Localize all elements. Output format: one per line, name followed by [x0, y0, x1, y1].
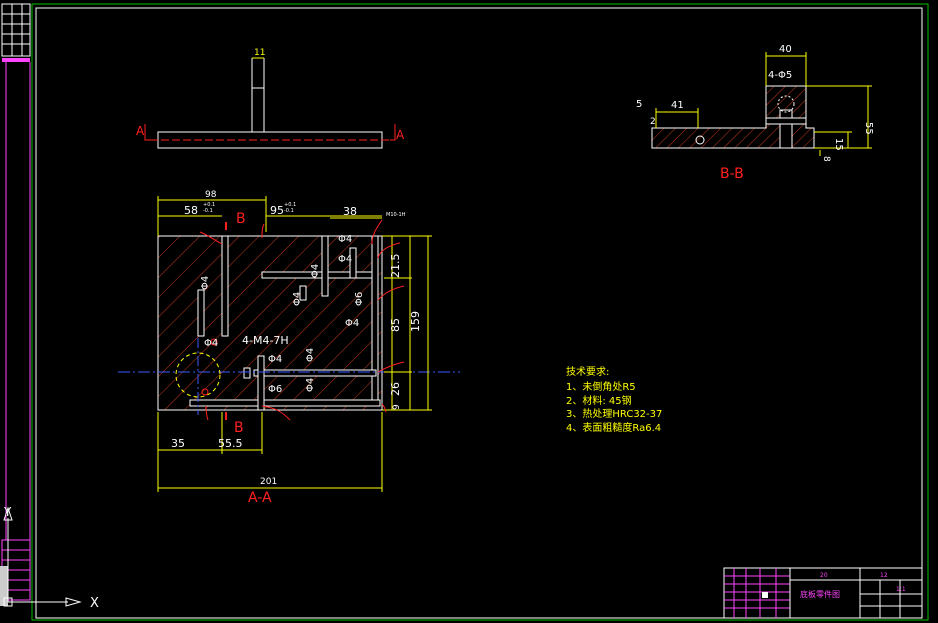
hole-phi6-b: Φ6	[268, 384, 282, 395]
hole-phi4-f: Φ4	[200, 276, 211, 290]
dim-bb-40: 40	[779, 44, 792, 55]
tech-notes: 技术要求: 1、未倒角处R5 2、材料: 45钢 3、热处理HRC32-37 4…	[566, 365, 662, 434]
drawing-canvas[interactable]: 11 A A 98 58 95 38 35 55.5 201 21.5 85 1…	[0, 0, 938, 623]
dim-bb-5: 5	[636, 99, 642, 110]
ucs-y-label: Y	[3, 505, 12, 519]
hole-phi4-j: Φ4	[305, 378, 316, 392]
dim-21-5: 21.5	[389, 254, 402, 279]
tech-notes-heading: 技术要求:	[566, 365, 609, 378]
dim-bb-holes: 4-Φ5	[768, 70, 792, 81]
tech-note-2: 2、材料: 45钢	[566, 394, 632, 407]
dim-bb-8: 8	[821, 156, 831, 162]
dim-98: 98	[205, 190, 217, 200]
left-palette[interactable]	[0, 0, 32, 623]
ucs-x-label: X	[90, 596, 99, 611]
dim-top-width: 11	[254, 48, 265, 58]
tech-note-1: 1、未倒角处R5	[566, 381, 636, 393]
section-b-marker-bottom: B	[234, 420, 244, 436]
dim-159: 159	[409, 311, 422, 332]
m10-label: M10-1H	[386, 212, 406, 218]
dim-58: 58	[184, 204, 198, 217]
dim-bb-2: 2	[650, 117, 656, 127]
dim-bb-41: 41	[671, 100, 684, 111]
hole-phi4-h: Φ4	[268, 354, 282, 365]
section-bb-view: 40 4-Φ5 5 41 2 55 15 8 B-B	[636, 44, 874, 182]
section-aa-title: A-A	[248, 490, 272, 506]
hole-phi4-e: Φ4	[345, 318, 359, 329]
section-marker-right: A	[396, 128, 405, 142]
dim-bb-55: 55	[863, 122, 874, 135]
dim-26: 26	[389, 382, 402, 396]
hole-phi4-i: Φ4	[305, 348, 316, 362]
section-aa-view: 98 58 95 38 35 55.5 201 21.5 85 159 26 9…	[118, 190, 460, 506]
title-scale: 1:1	[896, 586, 906, 593]
dim-55-5: 55.5	[218, 437, 243, 450]
tech-note-3: 3、热处理HRC32-37	[566, 407, 662, 420]
dim-bb-15: 15	[833, 138, 844, 151]
tol-lower-95: -0.1	[284, 208, 294, 214]
section-bb-title: B-B	[720, 166, 744, 182]
dim-95: 95	[270, 204, 284, 217]
hole-phi4-b: Φ4	[338, 254, 352, 265]
hole-phi4-c: Φ4	[310, 264, 321, 278]
title-num-2: 12	[880, 572, 888, 579]
tol-lower-58: -0.1	[203, 208, 213, 214]
hole-phi6-a: Φ6	[354, 292, 365, 306]
hole-phi4-a: Φ4	[338, 234, 352, 245]
part-name: 底板零件图	[800, 589, 840, 599]
dim-35: 35	[171, 437, 185, 450]
tech-note-4: 4、表面粗糙度Ra6.4	[566, 421, 661, 434]
dim-9: 9	[392, 404, 402, 410]
title-num-1: 20	[820, 572, 828, 579]
dim-201: 201	[260, 477, 277, 487]
dim-85: 85	[389, 318, 402, 332]
hole-phi4-g: Φ4	[204, 338, 218, 349]
top-view: 11 A A	[136, 48, 405, 149]
section-marker-left: A	[136, 124, 145, 138]
hole-phi4-d: Φ4	[292, 292, 303, 306]
section-b-marker-top: B	[236, 211, 246, 227]
dim-38: 38	[343, 205, 357, 218]
title-block: 底板零件图 20 12 1:1	[723, 567, 923, 619]
thread-label: 4-M4-7H	[242, 334, 289, 347]
